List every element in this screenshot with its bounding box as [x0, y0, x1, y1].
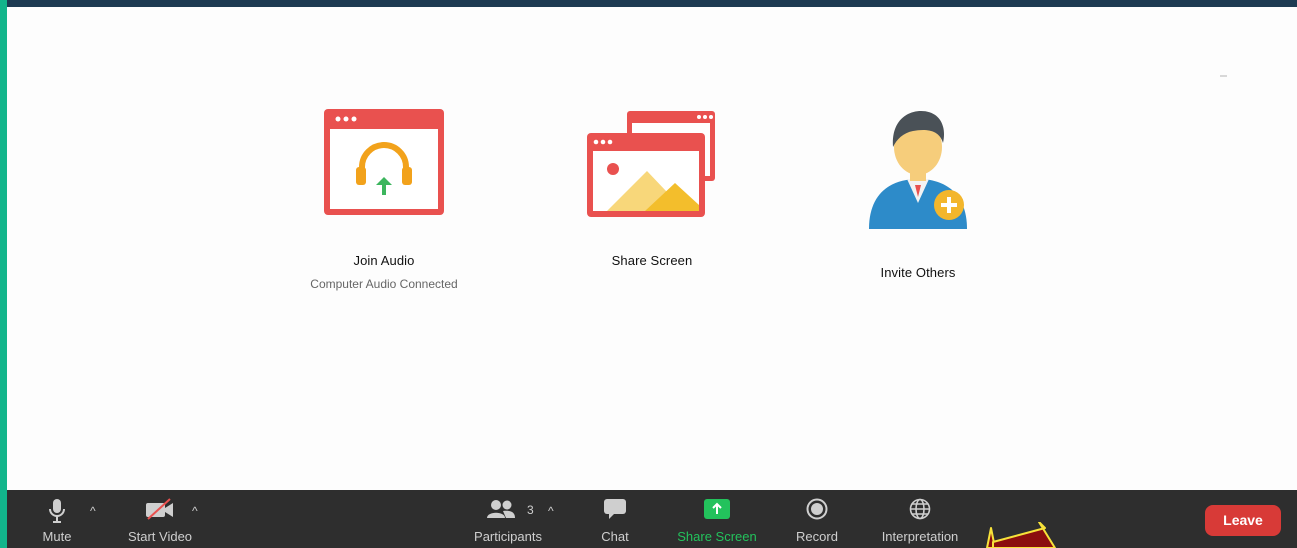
invite-others-label: Invite Others [880, 265, 956, 280]
audio-options-caret[interactable]: ^ [90, 504, 96, 518]
chat-button[interactable]: Chat [591, 490, 639, 548]
annotation-arrow-icon [986, 522, 1056, 548]
record-icon [806, 498, 828, 520]
window-top-border [0, 0, 1297, 7]
share-screen-button[interactable]: Share Screen [667, 490, 767, 548]
chat-label: Chat [601, 529, 629, 544]
window-left-border [0, 0, 7, 548]
microphone-icon [49, 499, 65, 523]
meeting-canvas: Join Audio Computer Audio Connected Shar… [7, 7, 1297, 490]
corner-mark [1220, 75, 1227, 77]
share-screen-illustration-icon [587, 111, 715, 217]
join-audio-icon [324, 109, 444, 215]
share-screen-action[interactable]: Share Screen [552, 107, 752, 268]
chat-icon [604, 499, 626, 519]
share-screen-label: Share Screen [677, 529, 757, 544]
participants-options-caret[interactable]: ^ [548, 504, 554, 518]
globe-icon [909, 498, 931, 520]
participants-label: Participants [474, 529, 542, 544]
participants-icon [487, 500, 515, 518]
join-audio-label: Join Audio [353, 253, 415, 268]
record-button[interactable]: Record [789, 490, 845, 548]
participants-count: 3 [527, 503, 534, 517]
start-video-button[interactable]: Start Video [119, 490, 201, 548]
participants-button[interactable]: Participants [467, 490, 549, 548]
interpretation-button[interactable]: Interpretation [869, 490, 971, 548]
interpretation-label: Interpretation [881, 529, 959, 544]
mute-label: Mute [42, 529, 72, 544]
record-label: Record [796, 529, 838, 544]
leave-button[interactable]: Leave [1205, 505, 1281, 536]
meeting-toolbar: Mute ^ Start Video ^ Participants 3 ^ Ch… [7, 490, 1297, 548]
invite-user-icon [869, 111, 967, 229]
mute-button[interactable]: Mute [33, 490, 81, 548]
share-screen-icon [704, 499, 730, 519]
join-audio-action[interactable]: Join Audio Computer Audio Connected [284, 107, 484, 291]
video-off-icon [146, 498, 173, 520]
share-screen-action-label: Share Screen [611, 253, 693, 268]
invite-others-action[interactable]: Invite Others [818, 107, 1018, 280]
video-options-caret[interactable]: ^ [192, 504, 198, 518]
join-audio-status: Computer Audio Connected [310, 277, 458, 291]
start-video-label: Start Video [127, 529, 193, 544]
